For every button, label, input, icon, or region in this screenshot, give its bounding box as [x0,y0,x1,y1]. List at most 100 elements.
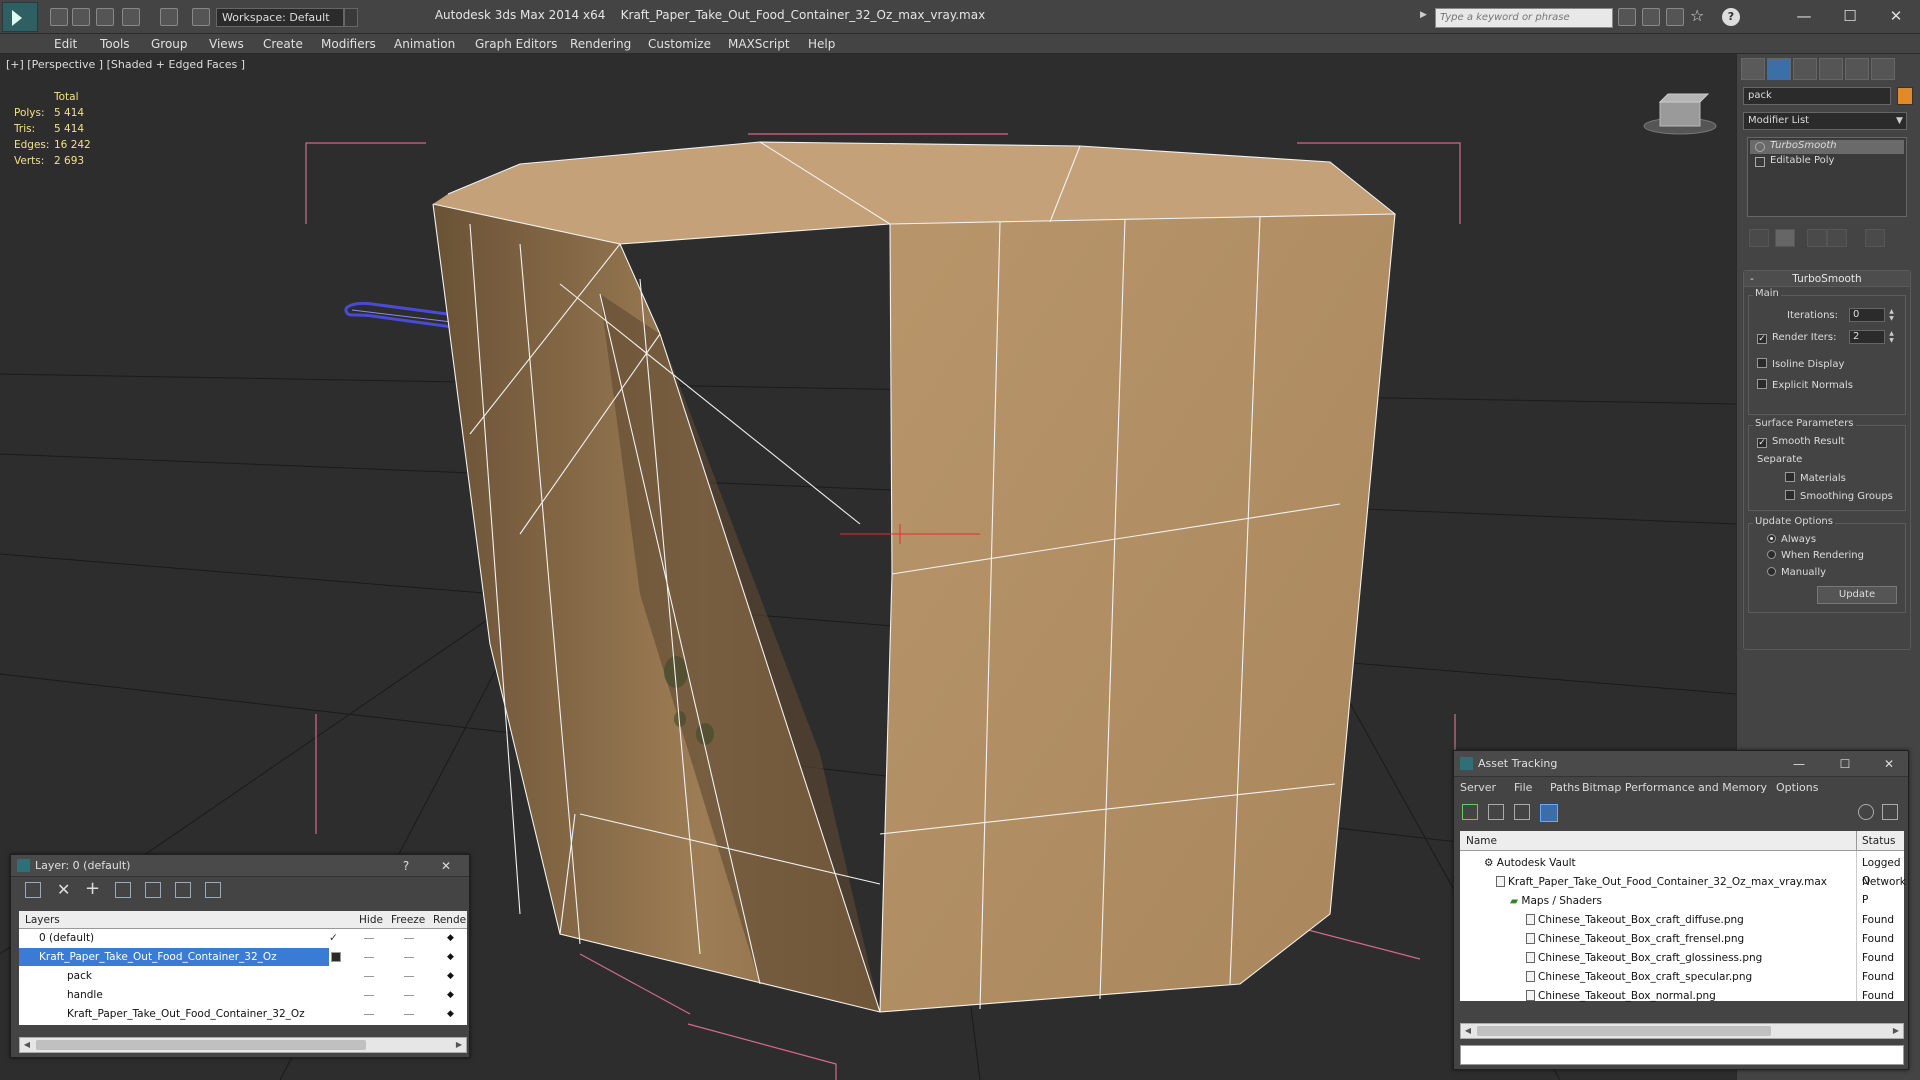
utilities-tab-icon[interactable] [1871,58,1895,80]
explicit-normals-row[interactable]: Explicit Normals [1757,379,1853,391]
table-view-icon[interactable] [1540,804,1558,822]
scroll-left-icon[interactable]: ◀ [20,1038,34,1052]
table-row[interactable]: ▰ Maps / Shaders [1460,892,1904,910]
smooth-result-checkbox[interactable]: ✓ [1757,438,1767,448]
communication-icon[interactable] [1642,8,1660,26]
search-input[interactable]: Type a keyword or phrase [1435,8,1613,28]
update-when-rendering-row[interactable]: When Rendering [1767,550,1864,561]
create-layer-icon[interactable] [25,882,41,898]
close-button[interactable]: ✕ [1876,4,1916,28]
column-render[interactable]: Rende [433,914,466,926]
column-status[interactable]: Status [1862,835,1895,847]
table-row[interactable]: Kraft_Paper_Take_Out_Food_Container_32_O… [1460,873,1906,906]
teapot-icon[interactable]: ◆ [447,929,454,947]
stack-item-editable-poly[interactable]: Editable Poly [1750,155,1904,169]
teapot-icon[interactable]: ◆ [447,967,454,985]
render-iters-spinner[interactable]: 2 [1849,330,1885,344]
freeze-all-icon[interactable] [205,882,221,898]
menu-create[interactable]: Create [263,37,303,51]
render-iters-checkbox[interactable]: ✓ [1757,334,1767,344]
hide-all-icon[interactable] [175,882,191,898]
table-row[interactable]: ⚙ Autodesk Vault Logged O [1460,854,1904,887]
when-rendering-radio[interactable] [1767,550,1776,559]
table-row[interactable]: Chinese_Takeout_Box_craft_glossiness.png… [1460,949,1904,967]
help-icon[interactable]: ? [395,857,417,875]
menu-animation[interactable]: Animation [394,37,455,51]
help-icon[interactable] [1858,804,1874,820]
asset-window-titlebar[interactable]: Asset Tracking — ☐ ✕ [1454,751,1908,777]
teapot-icon[interactable]: ◆ [447,1005,454,1023]
menu-customize[interactable]: Customize [648,37,711,51]
materials-row[interactable]: Materials [1785,472,1846,484]
layer-window-titlebar[interactable]: Layer: 0 (default) ? ✕ [11,855,469,877]
render-iters-row[interactable]: ✓ Render Iters: [1757,332,1837,344]
list-view-icon[interactable] [1488,804,1504,820]
make-unique-icon[interactable] [1807,229,1827,247]
spinner-arrows-icon[interactable]: ▲ ▼ [1887,308,1896,322]
chevron-down-icon[interactable]: ▼ [1893,113,1906,129]
menu-tools[interactable]: Tools [100,37,130,51]
table-row[interactable]: Kraft_Paper_Take_Out_Food_Container_32_O… [19,948,329,966]
table-row[interactable]: Chinese_Takeout_Box_craft_diffuse.png Fo… [1460,911,1904,929]
minimize-button[interactable]: — [1784,4,1824,28]
favorites-star-icon[interactable]: ☆ [1690,6,1708,25]
search-expand-icon[interactable]: ▶ [1420,10,1430,24]
menu-server[interactable]: Server [1460,781,1496,794]
refresh-icon[interactable] [1462,804,1478,820]
display-tab-icon[interactable] [1845,58,1869,80]
materials-checkbox[interactable] [1785,472,1795,482]
tree-view-icon[interactable] [1514,804,1530,820]
scroll-right-icon[interactable]: ▶ [1889,1024,1903,1038]
layer-horizontal-scrollbar[interactable]: ◀ ▶ [19,1037,467,1053]
update-manually-row[interactable]: Manually [1767,567,1826,578]
isoline-display-row[interactable]: Isoline Display [1757,358,1844,370]
explicit-normals-checkbox[interactable] [1757,379,1767,389]
settings-icon[interactable] [1882,804,1898,820]
create-tab-icon[interactable] [1741,58,1765,80]
table-row[interactable]: Kraft_Paper_Take_Out_Food_Container_32_O… [19,1005,467,1023]
smooth-result-row[interactable]: ✓ Smooth Result [1757,436,1845,448]
spinner-arrows-icon[interactable]: ▲ ▼ [1887,330,1896,344]
teapot-icon[interactable]: ◆ [447,948,454,966]
menu-rendering[interactable]: Rendering [570,37,631,51]
table-row[interactable]: Chinese_Takeout_Box_craft_specular.png F… [1460,968,1904,986]
show-end-result-icon[interactable] [1775,229,1795,247]
object-name-field[interactable]: pack [1743,87,1891,105]
table-row[interactable]: Chinese_Takeout_Box_normal.png Found [1460,987,1904,1005]
menu-views[interactable]: Views [209,37,244,51]
close-icon[interactable]: ✕ [435,857,457,875]
table-row[interactable]: Chinese_Takeout_Box_craft_frensel.png Fo… [1460,930,1904,948]
remove-modifier-icon[interactable] [1827,229,1847,247]
stack-item-turbosmooth[interactable]: TurboSmooth [1750,140,1904,154]
add-to-layer-icon[interactable]: + [85,878,100,899]
column-freeze[interactable]: Freeze [391,914,425,926]
menu-modifiers[interactable]: Modifiers [321,37,376,51]
table-row[interactable]: 0 (default) ✓ ◆ [19,929,467,947]
update-button[interactable]: Update [1817,586,1897,604]
scroll-right-icon[interactable]: ▶ [452,1038,466,1052]
maximize-button[interactable]: ☐ [1830,4,1870,28]
asset-path-field[interactable] [1460,1045,1904,1065]
table-row[interactable]: handle ◆ [19,986,467,1004]
configure-sets-icon[interactable] [1865,229,1885,247]
expand-plus-icon[interactable] [1755,157,1765,167]
menu-maxscript[interactable]: MAXScript [728,37,790,51]
select-objects-icon[interactable] [115,882,131,898]
viewport-label[interactable]: [+] [Perspective ] [Shaded + Edged Faces… [6,58,245,71]
lightbulb-icon[interactable] [1755,142,1765,152]
modify-tab-icon[interactable] [1767,58,1791,80]
scroll-thumb[interactable] [36,1040,366,1050]
pin-stack-icon[interactable] [1749,229,1769,247]
iterations-spinner[interactable]: 0 [1849,308,1885,322]
object-color-swatch[interactable] [1897,87,1913,105]
menu-group[interactable]: Group [151,37,188,51]
menu-help[interactable]: Help [808,37,835,51]
smoothing-groups-row[interactable]: Smoothing Groups [1785,490,1893,502]
update-always-row[interactable]: Always [1767,534,1816,545]
minimize-icon[interactable]: — [1788,755,1810,773]
menu-graph-editors[interactable]: Graph Editors [475,37,557,51]
rollout-title[interactable]: - TurboSmooth [1744,271,1910,287]
highlight-layer-icon[interactable] [145,882,161,898]
isoline-checkbox[interactable] [1757,358,1767,368]
maximize-icon[interactable]: ☐ [1834,755,1856,773]
